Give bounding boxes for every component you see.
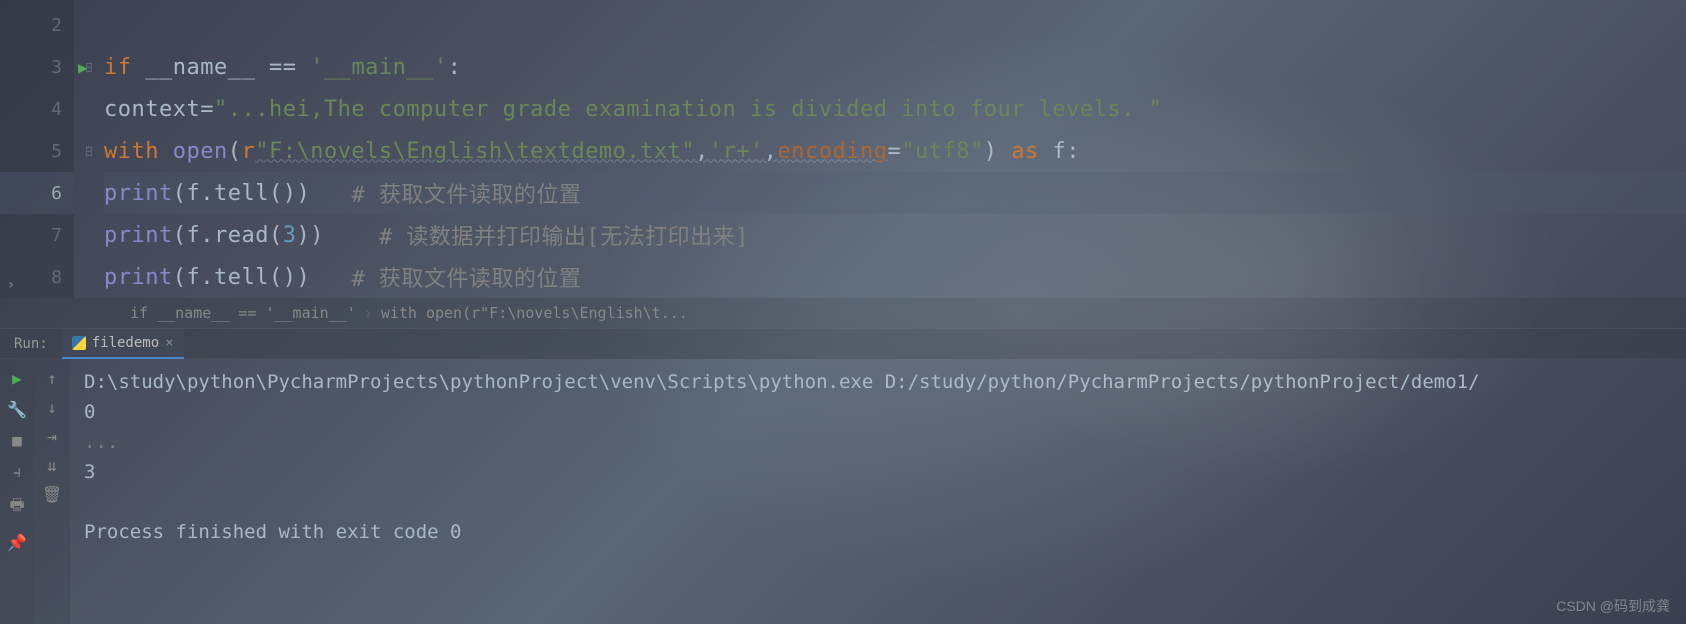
breadcrumb-item[interactable]: with open(r"F:\novels\English\t... (381, 304, 688, 322)
run-tab-bar: Run: filedemo × (0, 329, 1686, 359)
run-tab[interactable]: filedemo × (62, 329, 184, 359)
rerun-icon[interactable]: ▶ (12, 369, 22, 388)
trash-icon[interactable]: 🗑 (42, 485, 62, 504)
run-toolbar-left: ▶ 🔧 ■ ⫞ 🖶 📌 (0, 359, 34, 624)
python-icon (72, 336, 86, 350)
code-line[interactable]: print(f.tell()) # 获取文件读取的位置 (104, 256, 1686, 298)
line-gutter: 2 3 ▶ 4 5 6 7 8 (0, 0, 74, 298)
console-line: 0 (84, 397, 1672, 427)
console-line (84, 487, 1672, 517)
run-toolbar-secondary: ↑ ↓ ⇥ ⇊ 🗑 (34, 359, 70, 624)
breadcrumb[interactable]: if __name__ == '__main__' › with open(r"… (0, 298, 1686, 328)
console-output[interactable]: D:\study\python\PycharmProjects\pythonPr… (70, 359, 1686, 624)
run-label: Run: (0, 336, 62, 352)
stop-icon[interactable]: ■ (12, 431, 22, 450)
down-arrow-icon[interactable]: ↓ (47, 398, 57, 417)
line-number: 5 (0, 130, 74, 172)
line-number: 7 (0, 214, 74, 256)
close-icon[interactable]: × (165, 335, 173, 351)
line-number: 3 ▶ (0, 46, 74, 88)
run-panel: Run: filedemo × ▶ 🔧 ■ ⫞ 🖶 📌 ↑ ↓ ⇥ ⇊ 🗑 D:… (0, 328, 1686, 624)
line-number: 4 (0, 88, 74, 130)
wrap-icon[interactable]: ⇥ (47, 427, 57, 446)
code-line[interactable]: with open(r"F:\novels\English\textdemo.t… (104, 130, 1686, 172)
print-icon[interactable]: 🖶 (9, 494, 24, 521)
console-line: Process finished with exit code 0 (84, 517, 1672, 547)
console-line-folded[interactable]: ... (84, 427, 1672, 457)
breadcrumb-item[interactable]: if __name__ == '__main__' (130, 304, 356, 322)
code-line[interactable]: if __name__ == '__main__': (104, 46, 1686, 88)
pin-icon[interactable]: 📌 (7, 533, 27, 552)
fold-column: ⊟ ⊟ (74, 0, 104, 298)
code-editor[interactable]: 2 3 ▶ 4 5 6 7 8 ⊟ ⊟ if __name__ == '__ma… (0, 0, 1686, 298)
code-line[interactable]: context="...hei,The computer grade exami… (104, 88, 1686, 130)
line-number: 2 (0, 4, 74, 46)
chevron-right-icon: › (364, 304, 373, 322)
run-tab-label: filedemo (92, 335, 159, 351)
expand-chevron-icon[interactable]: › (2, 276, 20, 294)
layout-icon[interactable]: ⫞ (13, 462, 21, 482)
scroll-icon[interactable]: ⇊ (47, 456, 57, 475)
console-line: D:\study\python\PycharmProjects\pythonPr… (84, 367, 1672, 397)
console-line: 3 (84, 457, 1672, 487)
code-line[interactable]: print(f.tell()) # 获取文件读取的位置 (104, 172, 1686, 214)
line-number: 6 (0, 172, 74, 214)
code-content[interactable]: if __name__ == '__main__': context="...h… (104, 0, 1686, 298)
up-arrow-icon[interactable]: ↑ (47, 369, 57, 388)
code-line[interactable]: print(f.read(3)) # 读数据并打印输出[无法打印出来] (104, 214, 1686, 256)
watermark: CSDN @码到成龚 (1556, 596, 1670, 616)
wrench-icon[interactable]: 🔧 (7, 400, 27, 419)
fold-marker-icon[interactable]: ⊟ (74, 130, 104, 172)
